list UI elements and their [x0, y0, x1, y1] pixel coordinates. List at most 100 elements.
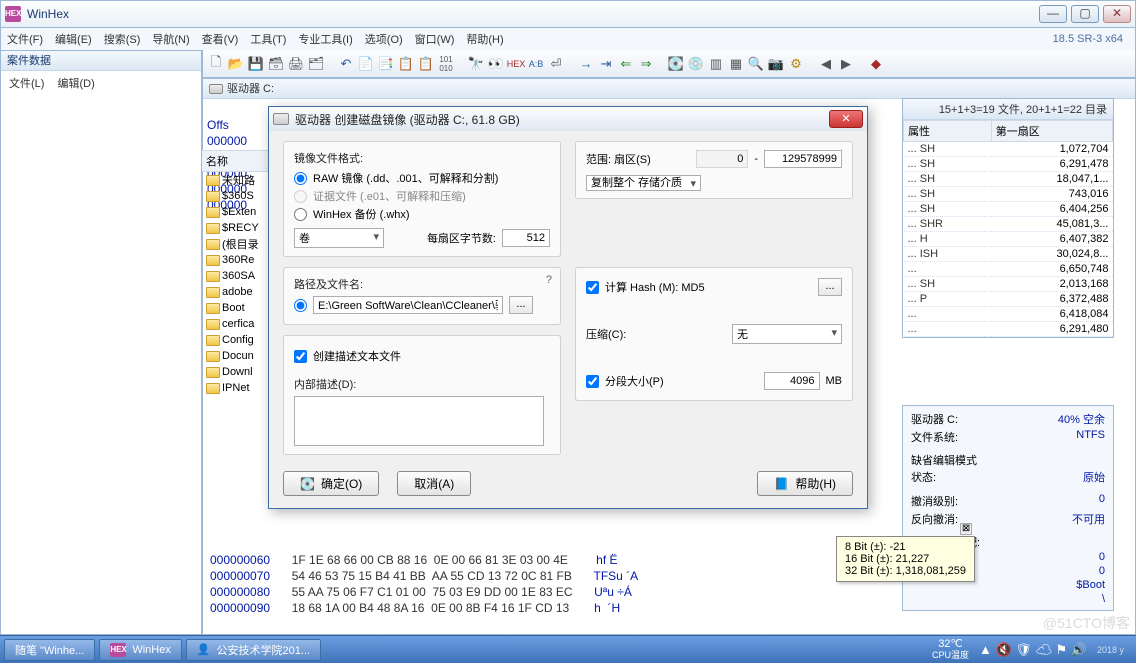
volume-select[interactable]: 卷 [294, 228, 384, 248]
path-radio[interactable]: ... [294, 296, 550, 314]
scope-to-input[interactable] [764, 150, 842, 168]
folder-item[interactable]: $RECY [202, 220, 272, 236]
segment-size-input[interactable] [764, 372, 820, 390]
taskbar-item-note[interactable]: 随笔 "Winhe... [4, 639, 95, 661]
folder-item[interactable]: Config [202, 332, 272, 348]
tool-ram-icon[interactable]: ▥ [707, 55, 725, 73]
maximize-button[interactable]: ▢ [1071, 5, 1099, 23]
tool-copy-icon[interactable]: 📄 [357, 55, 375, 73]
list-item[interactable]: ... P6,372,488 [904, 292, 1113, 307]
create-desc-file-checkbox[interactable]: 创建描述文本文件 [294, 348, 550, 364]
tooltip-close-icon[interactable]: ⊠ [960, 523, 972, 535]
list-item[interactable]: ... SH6,291,478 [904, 157, 1113, 172]
folder-item[interactable]: $360S [202, 188, 272, 204]
compute-hash-checkbox[interactable]: 计算 Hash (M): MD5 ... [586, 278, 842, 296]
menu-pro-tools[interactable]: 专业工具(I) [298, 31, 352, 47]
folder-item[interactable]: cerfica [202, 316, 272, 332]
menu-nav[interactable]: 导航(N) [152, 31, 189, 47]
tool-findtext-icon[interactable]: HEX [507, 55, 525, 73]
list-item[interactable]: ... SH18,047,1... [904, 172, 1113, 187]
list-item[interactable]: ... SH743,016 [904, 187, 1113, 202]
folder-item[interactable]: Boot [202, 300, 272, 316]
menu-file[interactable]: 文件(F) [7, 31, 43, 47]
tool-save-icon[interactable]: 💾 [247, 55, 265, 73]
tool-disk2-icon[interactable]: 💿 [687, 55, 705, 73]
format-raw-radio[interactable]: RAW 镜像 (.dd、.001、可解释和分割) [294, 170, 550, 186]
folder-item[interactable]: 360Re [202, 252, 272, 268]
folder-item[interactable]: Downl [202, 364, 272, 380]
menu-window[interactable]: 窗口(W) [415, 31, 455, 47]
menu-view[interactable]: 查看(V) [202, 31, 239, 47]
name-column[interactable]: 名称 [202, 150, 272, 172]
list-item[interactable]: ... H6,407,382 [904, 232, 1113, 247]
help-button[interactable]: 📘帮助(H) [757, 471, 853, 496]
col-first-sector[interactable]: 第一扇区 [991, 121, 1112, 142]
menu-edit[interactable]: 编辑(E) [55, 31, 92, 47]
tool-print-icon[interactable]: 🖨 [287, 55, 305, 73]
case-edit-menu[interactable]: 编辑(D) [58, 78, 95, 90]
tool-next-icon[interactable]: ⇒ [637, 55, 655, 73]
tool-tri-right-icon[interactable]: ▶ [837, 55, 855, 73]
folder-item[interactable]: (根目录 [202, 236, 272, 252]
folder-item[interactable]: 未知路 [202, 172, 272, 188]
tool-goend-icon[interactable]: ⇥ [597, 55, 615, 73]
tool-paste2-icon[interactable]: 📋 [417, 55, 435, 73]
copy-mode-select[interactable]: 复制整个 存储介质 [586, 175, 701, 191]
tool-disk-icon[interactable]: 💽 [667, 55, 685, 73]
list-item[interactable]: ... SH6,404,256 [904, 202, 1113, 217]
list-item[interactable]: ... SH2,013,168 [904, 277, 1113, 292]
tool-calc-icon[interactable]: ▦ [727, 55, 745, 73]
tool-back-icon[interactable]: ↶ [337, 55, 355, 73]
list-item[interactable]: ... SHR45,081,3... [904, 217, 1113, 232]
taskbar-item-other[interactable]: 👤公安技术学院201... [186, 639, 321, 661]
list-item[interactable]: ... SH1,072,704 [904, 142, 1113, 157]
tool-find-icon[interactable]: 🔭 [467, 55, 485, 73]
list-item[interactable]: ... 6,291,480 [904, 322, 1113, 337]
folder-item[interactable]: Docun [202, 348, 272, 364]
dialog-titlebar[interactable]: 驱动器 创建磁盘镜像 (驱动器 C:, 61.8 GB) ✕ [269, 107, 867, 131]
tray-icons[interactable]: ▲ 🔇 🛡 ☁ ⚑ 🔊 [979, 642, 1087, 658]
browse-button[interactable]: ... [509, 296, 533, 314]
segment-size-checkbox[interactable]: 分段大小(P) MB [586, 372, 842, 390]
tool-open-icon[interactable]: 📂 [227, 55, 245, 73]
tool-findhex-icon[interactable]: 👀 [487, 55, 505, 73]
folder-item[interactable]: IPNet [202, 380, 272, 396]
cancel-button[interactable]: 取消(A) [397, 471, 471, 496]
tool-tri-left-icon[interactable]: ◀ [817, 55, 835, 73]
menu-tools[interactable]: 工具(T) [250, 31, 286, 47]
tool-new-icon[interactable]: 🗋 [207, 55, 225, 73]
tool-arrow-icon[interactable]: ⏎ [547, 55, 565, 73]
tool-paste-icon[interactable]: 📋 [397, 55, 415, 73]
minimize-button[interactable]: — [1039, 5, 1067, 23]
path-input[interactable] [313, 296, 503, 314]
tool-prev-icon[interactable]: ⇐ [617, 55, 635, 73]
hex-rows[interactable]: 000000060 1F 1E 68 66 00 CB 88 16 0E 00 … [210, 538, 916, 617]
tool-erase-icon[interactable]: ◆ [867, 55, 885, 73]
menu-search[interactable]: 搜索(S) [104, 31, 141, 47]
hash-options-button[interactable]: ... [818, 278, 842, 296]
taskbar-item-winhex[interactable]: HEXWinHex [99, 639, 182, 661]
list-item[interactable]: ... 6,650,748 [904, 262, 1113, 277]
tool-go-icon[interactable]: → [577, 55, 595, 73]
menu-options[interactable]: 选项(O) [365, 31, 403, 47]
list-item[interactable]: ... ISH30,024,8... [904, 247, 1113, 262]
format-e01-radio[interactable]: 证据文件 (.e01、可解释和压缩) [294, 188, 550, 204]
tool-gear-icon[interactable]: ⚙ [787, 55, 805, 73]
col-attr[interactable]: 属性 [904, 121, 992, 142]
tool-ab-icon[interactable]: A:B [527, 55, 545, 73]
internal-desc-textarea[interactable] [294, 396, 544, 446]
close-button[interactable]: ✕ [1103, 5, 1131, 23]
tool-bits-icon[interactable]: 101010 [437, 55, 455, 73]
help-icon[interactable]: ? [546, 274, 552, 286]
folder-item[interactable]: $Exten [202, 204, 272, 220]
drive-tab[interactable]: 驱动器 C: [203, 79, 1135, 99]
tool-saveas-icon[interactable]: 🗃 [267, 55, 285, 73]
tool-zoom-icon[interactable]: 🔍 [747, 55, 765, 73]
bytes-per-sector-input[interactable] [502, 229, 550, 247]
folder-item[interactable]: adobe [202, 284, 272, 300]
format-whx-radio[interactable]: WinHex 备份 (.whx) [294, 206, 550, 222]
case-file-menu[interactable]: 文件(L) [9, 78, 44, 90]
tool-copy2-icon[interactable]: 📑 [377, 55, 395, 73]
ok-button[interactable]: 💽确定(O) [283, 471, 379, 496]
menu-help[interactable]: 帮助(H) [466, 31, 503, 47]
